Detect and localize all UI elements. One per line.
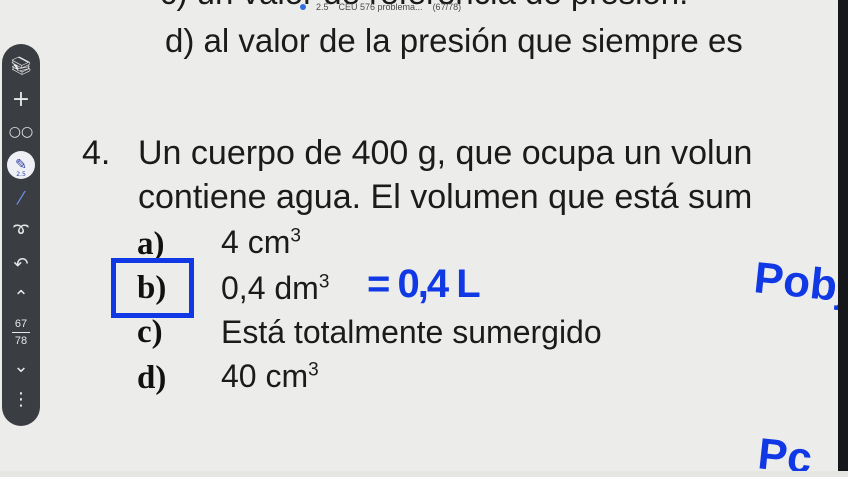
- option-a-text: 4 cm3: [221, 224, 301, 260]
- highlighter-icon[interactable]: ⁄: [6, 184, 36, 212]
- pen-icon[interactable]: ✎ 2.5: [7, 151, 35, 179]
- handwritten-p-obj: Pobj: [751, 253, 848, 312]
- page-separator: [12, 332, 30, 333]
- more-icon[interactable]: ⋮: [6, 385, 36, 413]
- page-down-icon[interactable]: ⌄: [6, 352, 36, 380]
- header-doc-pages: (67/78): [432, 2, 462, 12]
- page-up-icon[interactable]: ⌃: [6, 283, 36, 311]
- pen-color-dot-icon: [300, 4, 306, 10]
- header-doc-title: CEU 576 problema...: [338, 2, 423, 12]
- add-icon[interactable]: +: [6, 85, 36, 113]
- pen-size-label: 2.5: [16, 171, 26, 178]
- handwritten-p-cut: Pc: [755, 429, 815, 477]
- question-line-1: Un cuerpo de 400 g, que ocupa un volun: [138, 134, 753, 172]
- option-b-text: 0,4 dm3: [221, 270, 330, 306]
- document-header: 2.5 CEU 576 problema... (67/78): [300, 0, 461, 14]
- option-d-text: 40 cm3: [221, 358, 319, 394]
- page-current: 67: [14, 318, 28, 330]
- bottom-edge: [0, 471, 848, 477]
- handwritten-equals-note: = 0,4 L: [367, 262, 481, 306]
- answer-highlight-box: [111, 258, 194, 318]
- lasso-icon[interactable]: ➰︎: [6, 217, 36, 245]
- undo-icon[interactable]: ↶: [6, 250, 36, 278]
- page-indicator: 67 78: [12, 318, 30, 347]
- page-total: 78: [14, 335, 28, 347]
- option-c-text: Está totalmente sumergido: [221, 314, 602, 350]
- glasses-icon[interactable]: ○○: [6, 118, 36, 146]
- window-edge: [838, 0, 848, 477]
- previous-option-d: d) al valor de la presión que siempre es: [165, 22, 743, 59]
- option-d-letter: d): [137, 360, 167, 396]
- question-number: 4.: [82, 134, 111, 172]
- annotation-toolbar: 📚︎ + ○○ ✎ 2.5 ⁄ ➰︎ ↶ ⌃ 67 78 ⌄ ⋮: [2, 44, 40, 426]
- question-line-2: contiene agua. El volumen que está sum: [138, 178, 753, 216]
- library-icon[interactable]: 📚︎: [6, 52, 36, 80]
- header-pen-size: 2.5: [316, 2, 329, 12]
- document-view[interactable]: c) un valor de referencia de presión. 2.…: [0, 0, 848, 477]
- option-c-letter: c): [137, 314, 163, 350]
